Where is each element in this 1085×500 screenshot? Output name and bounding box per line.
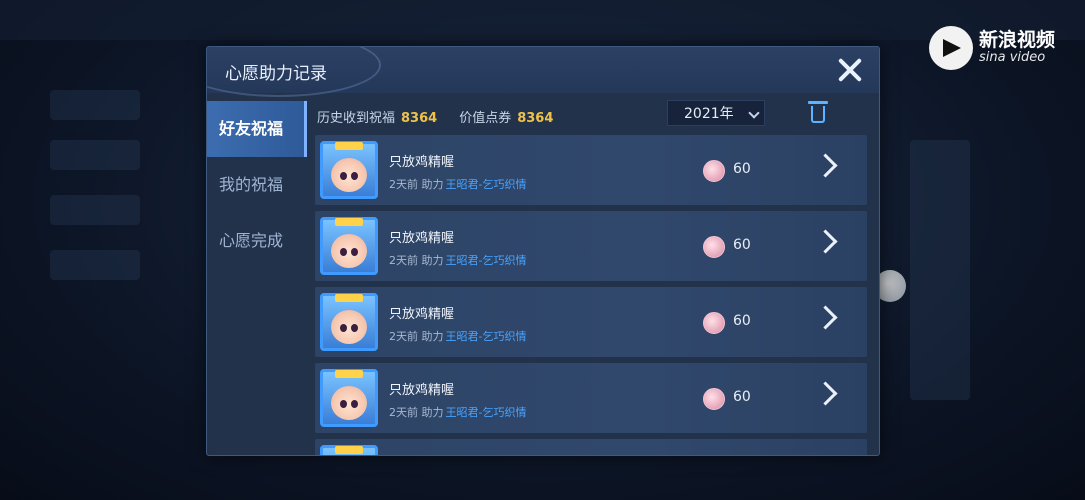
row-action: 助力 [421,330,444,343]
row-value: 60 [733,389,751,405]
year-dropdown[interactable]: 2021年 [667,100,765,126]
list-item[interactable]: 只放鸡精喔 2天前 助力 王昭君-乞巧织情 60 [315,287,867,357]
tab-my-blessings[interactable]: 我的祝福 [207,157,307,213]
sidebar: 好友祝福 我的祝福 心愿完成 [207,101,307,269]
friend-name: 只放鸡精喔 [389,383,455,398]
row-detail: 2天前 助力 王昭君-乞巧织情 [389,252,526,268]
background-blur [50,195,140,225]
dialog-header: 心愿助力记录 [207,47,879,97]
trash-icon[interactable] [808,101,828,123]
avatar [320,141,378,199]
chevron-right-icon[interactable] [813,305,838,330]
coupon-value: 8364 [517,111,554,126]
chevron-down-icon [748,107,760,119]
year-value: 2021年 [684,106,734,122]
chevron-right-icon[interactable] [813,381,838,406]
coupon-coin-icon [703,388,725,410]
skin-link[interactable]: 王昭君-乞巧织情 [446,178,527,191]
tab-friend-blessings[interactable]: 好友祝福 [207,101,307,157]
avatar [320,369,378,427]
row-value: 60 [733,313,751,329]
close-icon[interactable] [835,55,865,85]
list-item[interactable]: 只放鸡精喔 2天前 助力 王昭君-乞巧织情 60 [315,211,867,281]
wish-record-dialog: 心愿助力记录 好友祝福 我的祝福 心愿完成 历史收到祝福 8364 价值点券 836… [206,46,880,456]
row-action: 助力 [421,178,444,191]
stats-bar: 历史收到祝福 8364 价值点券 8364 [317,107,553,126]
row-action: 助力 [421,254,444,267]
friend-name: 只放鸡精喔 [389,155,455,170]
avatar [320,217,378,275]
skin-link[interactable]: 王昭君-乞巧织情 [446,406,527,419]
row-detail: 2天前 助力 王昭君-乞巧织情 [389,176,526,192]
coupon-coin-icon [703,236,725,258]
background-blur [50,250,140,280]
blessing-list: 只放鸡精喔 2天前 助力 王昭君-乞巧织情 60 只放鸡精喔 2天前 助力 王昭君-… [315,135,867,455]
history-label: 历史收到祝福 [317,111,396,126]
row-time: 2天前 [389,254,418,267]
coupon-coin-icon [703,160,725,182]
row-detail: 2天前 助力 王昭君-乞巧织情 [389,328,526,344]
row-value: 60 [733,161,751,177]
row-time: 2天前 [389,406,418,419]
sina-logo-icon [928,26,973,70]
coupon-label: 价值点券 [459,111,512,126]
history-value: 8364 [401,111,438,126]
row-action: 助力 [421,406,444,419]
chevron-right-icon[interactable] [813,153,838,178]
background-top-bar [0,0,1085,40]
row-detail: 2天前 助力 王昭君-乞巧织情 [389,404,526,420]
avatar [320,293,378,351]
background-blur [910,140,970,400]
friend-name: 只放鸡精喔 [389,231,455,246]
list-item-partial[interactable] [315,439,867,455]
history-stat: 历史收到祝福 8364 [317,107,437,126]
coupon-stat: 价值点券 8364 [459,107,553,126]
skin-link[interactable]: 王昭君-乞巧织情 [446,330,527,343]
list-item[interactable]: 只放鸡精喔 2天前 助力 王昭君-乞巧织情 60 [315,135,867,205]
list-item[interactable]: 只放鸡精喔 2天前 助力 王昭君-乞巧织情 60 [315,363,867,433]
avatar [320,445,378,455]
row-time: 2天前 [389,178,418,191]
dialog-title: 心愿助力记录 [225,64,327,84]
background-blur [50,90,140,120]
tab-wish-complete[interactable]: 心愿完成 [207,213,307,269]
skin-link[interactable]: 王昭君-乞巧织情 [446,254,527,267]
background-blur [50,140,140,170]
row-value: 60 [733,237,751,253]
row-time: 2天前 [389,330,418,343]
chevron-right-icon[interactable] [813,229,838,254]
friend-name: 只放鸡精喔 [389,307,455,322]
coupon-coin-icon [703,312,725,334]
sina-video-watermark: 新浪视频 sina video [928,26,1055,70]
watermark-sub: sina video [978,50,1046,66]
watermark-brand: 新浪视频 [978,29,1055,52]
